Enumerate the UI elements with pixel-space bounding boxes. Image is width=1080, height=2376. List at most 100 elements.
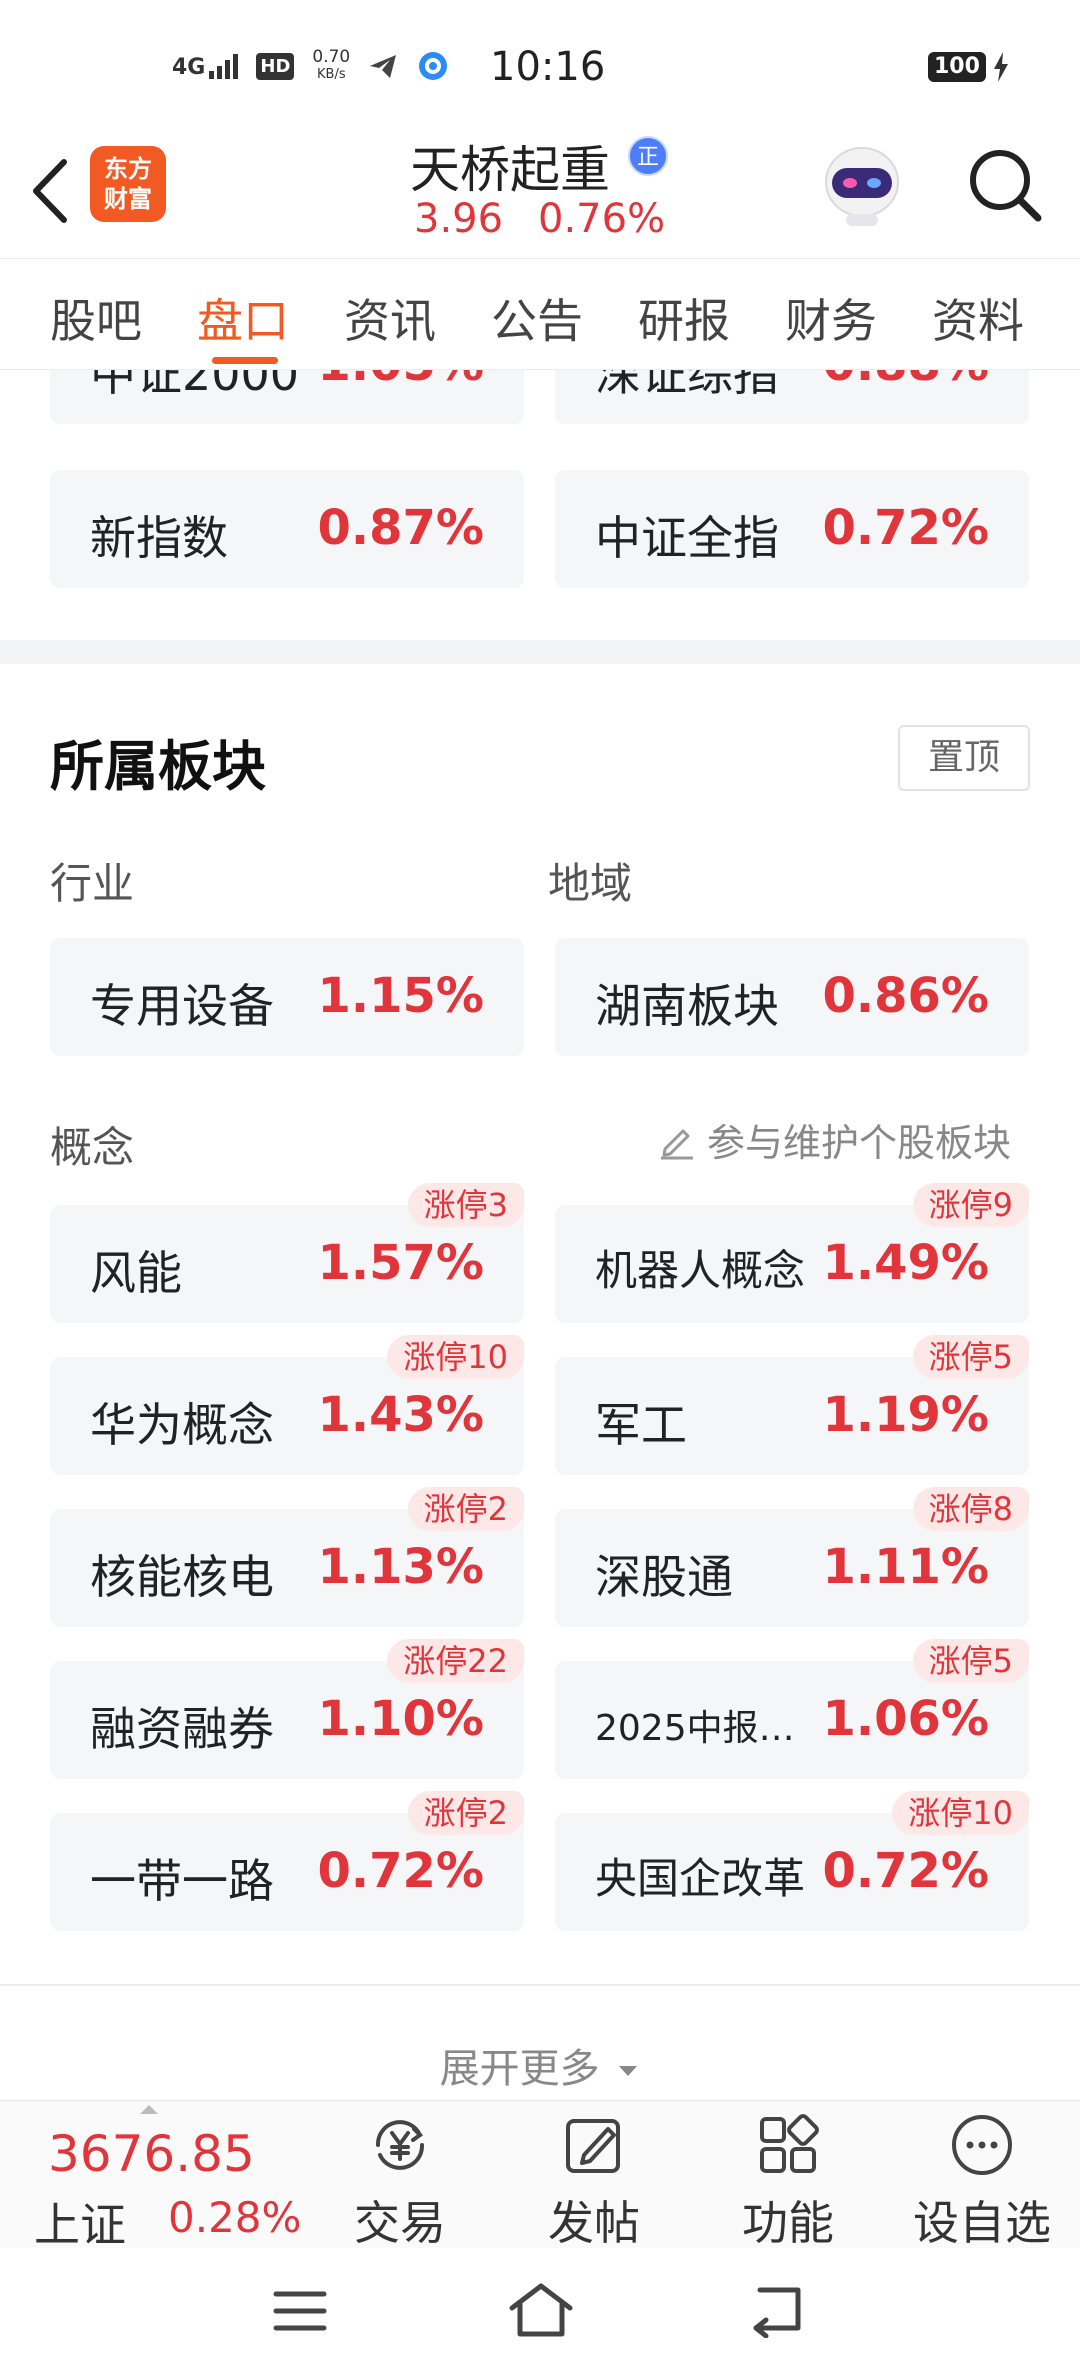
nav-trade[interactable]: 交易	[330, 2109, 470, 2253]
nav-post[interactable]: 发帖	[524, 2109, 664, 2253]
concept-name: 融资融券	[90, 1702, 274, 1756]
index-pct: 0.72%	[822, 500, 989, 556]
region-name: 湖南板块	[595, 979, 779, 1033]
back-arrow-icon[interactable]	[28, 156, 74, 226]
sectors-title: 所属板块	[50, 735, 266, 798]
concept-card[interactable]: 涨停9 机器人概念 1.49%	[555, 1183, 1029, 1323]
limit-up-badge: 涨停2	[407, 1791, 524, 1835]
market-index-value: 3676.85	[48, 2125, 255, 2183]
speed-unit: KB/s	[317, 67, 346, 82]
nav-add-watchlist-label: 设自选	[913, 2196, 1051, 2250]
concept-card[interactable]: 涨停8 深股通 1.11%	[555, 1487, 1029, 1627]
back-nav-icon[interactable]	[750, 2282, 810, 2338]
market-index-name: 上证	[34, 2198, 126, 2252]
nav-add-watchlist[interactable]: 设自选	[912, 2109, 1052, 2253]
limit-up-badge: 涨停22	[387, 1639, 524, 1683]
caret-up-icon	[140, 2105, 158, 2114]
concept-name: 央国企改革	[595, 1854, 806, 1903]
concept-name: 核能核电	[90, 1550, 274, 1604]
menu-icon[interactable]	[270, 2286, 330, 2336]
limit-up-badge: 涨停5	[912, 1335, 1029, 1379]
network-speed: 0.70 KB/s	[312, 48, 350, 84]
concept-name: 机器人概念	[595, 1246, 806, 1295]
concept-label: 概念	[50, 1123, 135, 1172]
home-icon[interactable]	[506, 2282, 576, 2338]
ai-assistant-robot-icon[interactable]	[818, 140, 906, 230]
concept-card[interactable]: 涨停10 央国企改革 0.72%	[555, 1791, 1029, 1931]
index-card[interactable]: 深证综指 0.88%	[555, 370, 1029, 424]
tab-guba[interactable]: 股吧	[50, 285, 142, 351]
region-card[interactable]: 湖南板块 0.86%	[555, 938, 1029, 1056]
index-pct: 0.87%	[317, 500, 484, 556]
search-icon[interactable]	[962, 142, 1046, 226]
maintain-sectors-label: 参与维护个股板块	[707, 1121, 1012, 1165]
concept-name: 一带一路	[90, 1854, 274, 1908]
tab-announcements[interactable]: 公告	[491, 285, 583, 351]
speed-value: 0.70	[312, 47, 351, 67]
concept-name: 深股通	[595, 1550, 733, 1604]
concept-card[interactable]: 涨停5 2025中报… 1.06%	[555, 1639, 1029, 1779]
tab-pankou[interactable]: 盘口	[197, 285, 289, 351]
nav-functions-label: 功能	[742, 2196, 834, 2250]
index-card[interactable]: 中证2000 1.05%	[50, 370, 524, 424]
stock-name: 天桥起重	[410, 141, 610, 199]
maintain-sectors-link[interactable]: 参与维护个股板块	[655, 1112, 1011, 1167]
concept-card[interactable]: 涨停22 融资融券 1.10%	[50, 1639, 524, 1779]
pin-top-button[interactable]: 置顶	[898, 725, 1030, 791]
market-index-pct: 0.28%	[168, 2193, 302, 2242]
index-card[interactable]: 中证全指 0.72%	[555, 470, 1029, 588]
industry-label: 行业	[50, 859, 135, 908]
app-notification-icon	[419, 52, 448, 80]
hd-icon: HD	[256, 52, 295, 80]
stock-tabs: 股吧 盘口 资讯 公告 研报 财务 资料	[0, 258, 1080, 370]
industry-name: 专用设备	[90, 979, 274, 1033]
industry-card[interactable]: 专用设备 1.15%	[50, 938, 524, 1056]
index-name: 新指数	[90, 511, 228, 565]
limit-up-badge: 涨停8	[912, 1487, 1029, 1531]
nav-functions[interactable]: 功能	[718, 2109, 858, 2253]
battery-level: 100	[928, 52, 986, 82]
concept-pct: 0.72%	[822, 1843, 989, 1899]
divider	[0, 1984, 1080, 1986]
tab-research[interactable]: 研报	[638, 285, 730, 351]
limit-up-badge: 涨停10	[387, 1335, 524, 1379]
concept-pct: 1.19%	[822, 1387, 989, 1443]
logo-text-bottom: 财富	[104, 185, 152, 213]
index-name: 中证2000	[90, 370, 300, 401]
limit-up-badge: 涨停5	[912, 1639, 1029, 1683]
stock-change-pct: 0.76%	[538, 196, 666, 242]
concept-card[interactable]: 涨停10 华为概念 1.43%	[50, 1335, 524, 1475]
nav-trade-label: 交易	[354, 2196, 446, 2250]
concept-pct: 1.06%	[822, 1691, 989, 1747]
tab-profile[interactable]: 资料	[932, 285, 1024, 351]
signal-icon	[209, 53, 239, 79]
charging-icon	[993, 52, 1008, 82]
app-logo[interactable]: 东方 财富	[90, 146, 166, 222]
grid-icon	[760, 2114, 819, 2173]
expand-more-button[interactable]: 展开更多	[0, 2036, 1080, 2094]
concept-pct: 1.49%	[822, 1235, 989, 1291]
concept-card[interactable]: 涨停2 核能核电 1.13%	[50, 1487, 524, 1627]
limit-up-badge: 涨停9	[912, 1183, 1029, 1227]
status-icons: 4G HD 0.70 KB/s	[172, 48, 450, 84]
index-pct: 1.05%	[317, 370, 484, 392]
more-dots-icon	[952, 2115, 1012, 2175]
concept-pct: 1.43%	[317, 1387, 484, 1443]
index-card[interactable]: 新指数 0.87%	[50, 470, 524, 588]
index-name: 深证综指	[595, 370, 779, 401]
concept-card[interactable]: 涨停5 军工 1.19%	[555, 1335, 1029, 1475]
concept-card[interactable]: 涨停2 一带一路 0.72%	[50, 1791, 524, 1931]
trade-yen-icon	[375, 2120, 425, 2170]
index-pct: 0.88%	[822, 370, 989, 392]
bottom-toolbar: 3676.85 上证 0.28% 交易 发帖 功能 设自选	[0, 2100, 1080, 2252]
limit-up-badge: 涨停10	[892, 1791, 1029, 1835]
region-label: 地域	[548, 859, 633, 908]
content-scroll[interactable]: 中证2000 1.05% 深证综指 0.88% 新指数 0.87% 中证全指 0…	[0, 370, 1080, 2100]
concept-card[interactable]: 涨停3 风能 1.57%	[50, 1183, 524, 1323]
clock: 10:16	[490, 44, 606, 90]
telegram-icon	[370, 55, 397, 78]
limit-up-badge: 涨停2	[407, 1487, 524, 1531]
status-bar: 4G HD 0.70 KB/s 10:16 100	[0, 0, 1080, 130]
tab-news[interactable]: 资讯	[344, 285, 436, 351]
tab-finance[interactable]: 财务	[785, 285, 877, 351]
